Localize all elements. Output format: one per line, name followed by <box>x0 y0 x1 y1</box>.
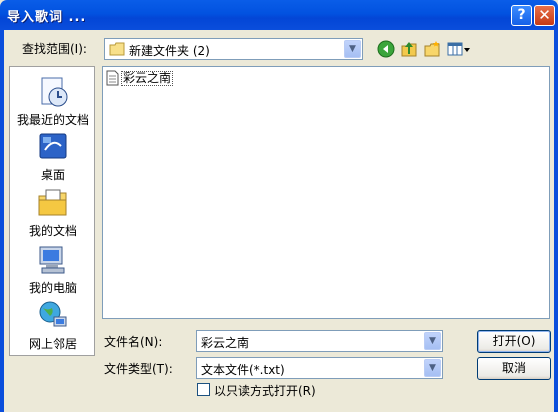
chevron-down-icon[interactable]: ▼ <box>424 359 441 377</box>
recent-documents-icon <box>41 77 68 107</box>
filetype-label: 文件类型(T): <box>104 362 173 376</box>
text-document-icon <box>106 70 119 86</box>
filename-input[interactable]: 彩云之南 ▼ <box>196 330 443 352</box>
cancel-button[interactable]: 取消 <box>477 357 551 380</box>
window-frame-right <box>554 30 558 412</box>
network-places-icon <box>39 301 67 327</box>
help-button[interactable]: ? <box>511 5 532 26</box>
file-list[interactable]: 彩云之南 <box>102 66 550 319</box>
back-icon[interactable] <box>377 40 395 58</box>
filetype-value: 文本文件(*.txt) <box>201 363 285 377</box>
folder-icon <box>109 42 125 56</box>
filename-value: 彩云之南 <box>201 336 250 350</box>
place-my-documents[interactable]: 我的文档 <box>10 186 96 239</box>
places-bar: 我最近的文档 桌面 我的文档 我的电脑 网上邻居 <box>9 66 95 356</box>
chevron-down-icon[interactable]: ▼ <box>424 332 441 350</box>
readonly-label[interactable]: 以只读方式打开(R) <box>214 382 316 399</box>
my-documents-icon <box>38 189 67 216</box>
place-desktop[interactable]: 桌面 <box>10 130 96 183</box>
window-title: 导入歌词 ... <box>7 10 87 25</box>
place-label-desktop: 桌面 <box>40 168 65 182</box>
lookin-value: 新建文件夹 (2) <box>129 44 210 58</box>
lookin-label: 查找范围(I): <box>22 42 87 56</box>
window-frame-left <box>0 30 4 412</box>
open-button[interactable]: 打开(O) <box>477 330 551 353</box>
up-folder-icon[interactable] <box>400 40 418 58</box>
filetype-dropdown[interactable]: 文本文件(*.txt) ▼ <box>196 357 443 379</box>
chevron-down-icon[interactable]: ▼ <box>344 40 361 58</box>
place-label-my-computer: 我的电脑 <box>28 281 77 295</box>
filename-label: 文件名(N): <box>104 335 163 349</box>
desktop-icon <box>39 133 67 159</box>
readonly-checkbox[interactable] <box>197 383 210 396</box>
place-label-my-documents: 我的文档 <box>28 224 77 238</box>
close-button[interactable]: ✕ <box>534 5 555 26</box>
title-bar[interactable]: 导入歌词 ... ? ✕ <box>0 0 558 30</box>
lookin-dropdown[interactable]: 新建文件夹 (2) ▼ <box>104 38 363 60</box>
my-computer-icon <box>39 246 65 274</box>
place-recent-documents[interactable]: 我最近的文档 <box>10 75 96 128</box>
place-my-computer[interactable]: 我的电脑 <box>10 243 96 296</box>
place-network[interactable]: 网上邻居 <box>10 299 96 352</box>
new-folder-icon[interactable] <box>423 40 441 58</box>
file-name: 彩云之南 <box>121 71 174 86</box>
view-menu-icon[interactable] <box>447 40 471 58</box>
place-label-recent: 我最近的文档 <box>16 113 89 127</box>
place-label-network: 网上邻居 <box>28 337 77 351</box>
